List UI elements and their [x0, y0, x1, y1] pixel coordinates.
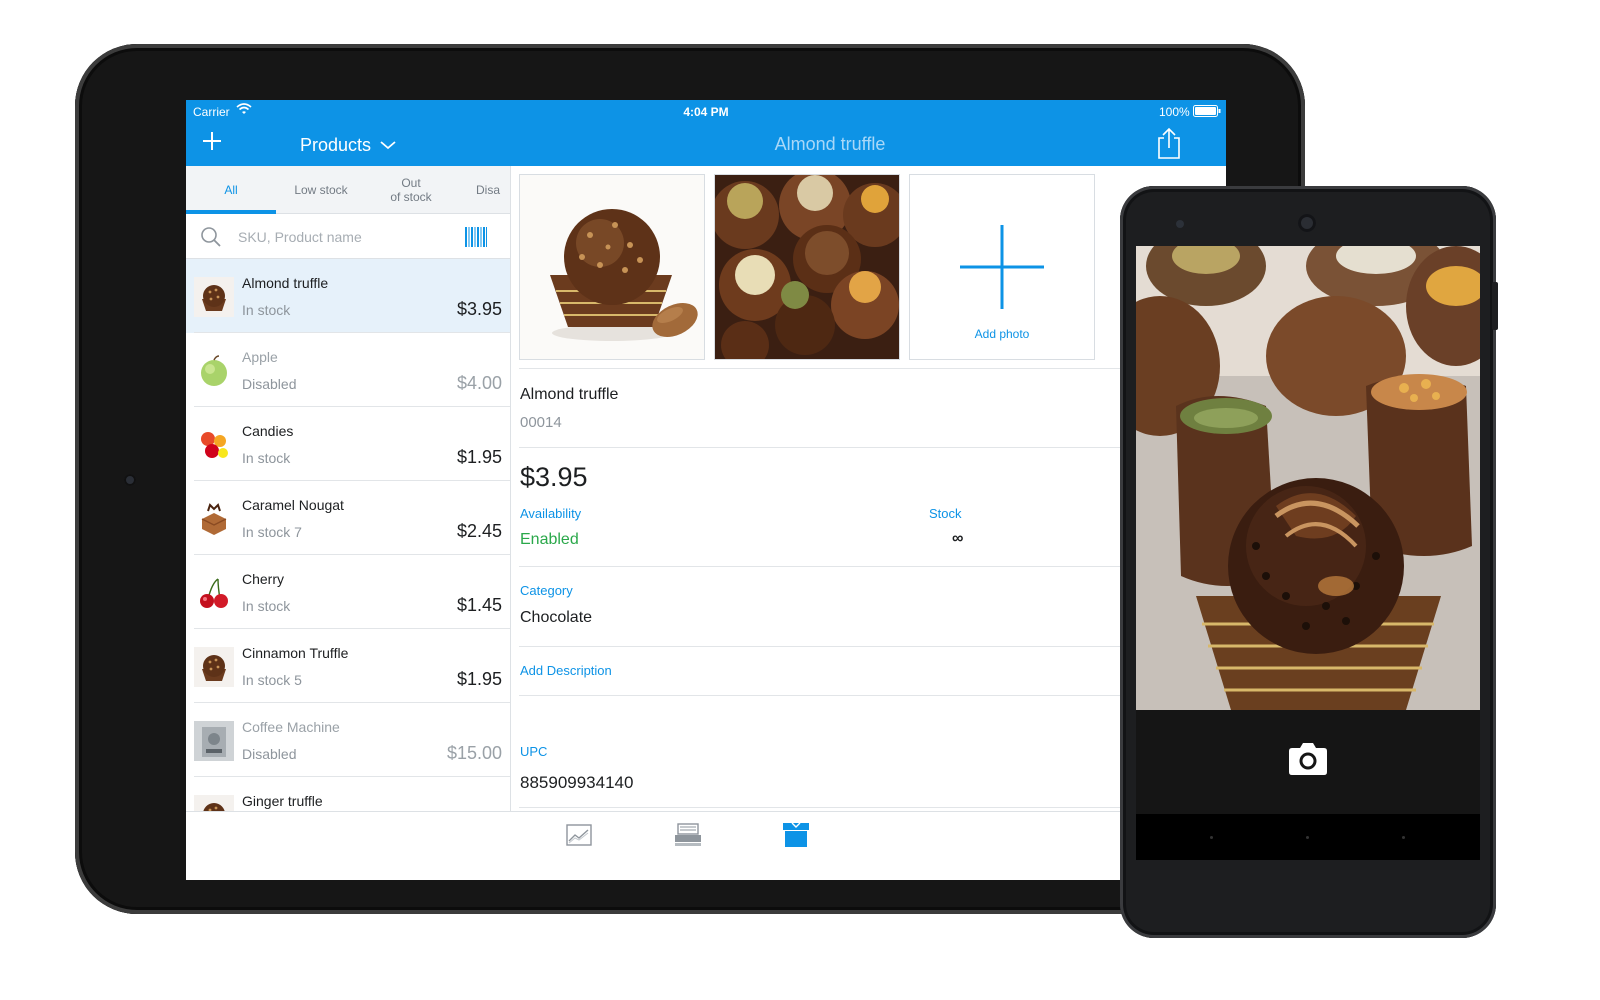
camera-shutter-icon[interactable]: [1288, 740, 1328, 776]
chart-icon[interactable]: [566, 824, 592, 846]
product-row-name: Coffee Machine: [242, 719, 340, 735]
product-row[interactable]: Coffee Machine Disabled $15.00: [186, 703, 510, 777]
filter-tabs: All Low stock Out of stock Disa: [186, 166, 510, 214]
products-title-dropdown[interactable]: Products: [186, 134, 510, 156]
nav-home-button[interactable]: [1306, 836, 1309, 839]
product-thumbnail: [194, 351, 234, 391]
product-row-price: $4.00: [456, 373, 502, 393]
products-header: Products: [186, 122, 510, 166]
product-row-price: $1.45: [456, 595, 502, 615]
product-row[interactable]: Ginger truffle: [186, 777, 510, 811]
box-icon[interactable]: [782, 822, 810, 848]
android-nav-bar: [1136, 814, 1480, 860]
product-thumbnail: [194, 647, 234, 687]
plus-icon: [960, 225, 1044, 309]
product-row-status: In stock: [242, 302, 291, 318]
product-thumbnail: [194, 277, 234, 317]
phone-speaker: [1298, 214, 1316, 232]
product-row[interactable]: Cherry In stock $1.45: [186, 555, 510, 629]
tab-low-stock[interactable]: Low stock: [276, 166, 366, 214]
availability-label: Availability: [520, 506, 582, 521]
detail-header: Almond truffle: [510, 122, 1226, 166]
share-icon[interactable]: [1154, 126, 1184, 160]
bottom-tab-bar: [186, 811, 1226, 861]
product-price[interactable]: $3.95: [520, 462, 588, 493]
product-row-status: In stock 7: [242, 524, 302, 540]
stock-value[interactable]: ∞: [952, 530, 963, 548]
product-row[interactable]: Candies In stock $1.95: [186, 407, 510, 481]
add-photo-label: Add photo: [974, 327, 1030, 341]
product-row[interactable]: Caramel Nougat In stock 7 $2.45: [186, 481, 510, 555]
product-list: Almond truffle In stock $3.95 Apple Disabled…: [186, 259, 510, 811]
product-detail: Add photo Almond truffle 00014 $3.95 Ava…: [511, 166, 1226, 811]
battery-percent: 100%: [1159, 105, 1190, 119]
product-row-price: $1.95: [456, 447, 502, 467]
chocolates-photo-image: [715, 175, 899, 359]
product-row-name: Ginger truffle: [242, 793, 323, 809]
product-thumbnail: [194, 721, 234, 761]
upc-label: UPC: [520, 744, 548, 759]
category-value[interactable]: Chocolate: [520, 609, 592, 627]
product-row-status: Disabled: [242, 746, 297, 762]
phone-sensor: [1176, 220, 1184, 228]
register-icon[interactable]: [674, 823, 702, 847]
product-row-status: Disabled: [242, 376, 297, 392]
status-bar: Carrier 4:04 PM 100%: [186, 100, 1226, 122]
chevron-down-icon: [380, 141, 396, 150]
tab-disabled[interactable]: Disa: [456, 166, 510, 214]
product-thumbnail: [194, 499, 234, 539]
product-row-name: Apple: [242, 349, 278, 365]
chocolates-camera-image: [1136, 246, 1480, 710]
phone-side-button: [1492, 282, 1498, 330]
tablet-camera: [124, 474, 136, 486]
camera-viewfinder: [1136, 246, 1480, 710]
product-photo-1[interactable]: [519, 174, 705, 360]
add-description-link[interactable]: Add Description: [520, 663, 612, 678]
stock-label: Stock: [929, 506, 962, 521]
nav-recents-button[interactable]: [1402, 836, 1405, 839]
product-thumbnail: [194, 425, 234, 465]
tab-all[interactable]: All: [186, 166, 276, 214]
product-row-name: Caramel Nougat: [242, 497, 344, 513]
battery-icon: [1193, 105, 1221, 117]
status-time: 4:04 PM: [683, 105, 729, 119]
product-row-status: In stock: [242, 598, 291, 614]
product-row[interactable]: Almond truffle In stock $3.95: [186, 259, 510, 333]
product-photo-2[interactable]: [714, 174, 900, 360]
availability-value[interactable]: Enabled: [520, 531, 579, 549]
add-photo-button[interactable]: Add photo: [909, 174, 1095, 360]
product-row-name: Cherry: [242, 571, 285, 587]
barcode-icon[interactable]: [465, 227, 487, 247]
upc-value[interactable]: 885909934140: [520, 773, 633, 793]
product-name[interactable]: Almond truffle: [520, 386, 618, 404]
tablet-screen: Carrier 4:04 PM 100% Products Almond tru…: [186, 100, 1226, 880]
product-row[interactable]: Apple Disabled $4.00: [186, 333, 510, 407]
product-row[interactable]: Cinnamon Truffle In stock 5 $1.95: [186, 629, 510, 703]
product-row-name: Candies: [242, 423, 294, 439]
tab-out-of-stock[interactable]: Out of stock: [366, 166, 456, 214]
products-title-label: Products: [299, 134, 372, 155]
product-thumbnail: [194, 573, 234, 613]
active-tab-indicator: [186, 210, 276, 214]
truffle-photo-image: [520, 175, 704, 359]
product-thumbnail: [194, 795, 234, 811]
product-row-status: In stock 5: [242, 672, 302, 688]
category-label: Category: [520, 583, 573, 598]
product-row-name: Almond truffle: [242, 275, 329, 291]
detail-title: Almond truffle: [774, 134, 886, 154]
nav-back-button[interactable]: [1210, 836, 1213, 839]
product-sku[interactable]: 00014: [520, 414, 562, 431]
search-input[interactable]: [238, 225, 438, 249]
phone-screen: [1136, 246, 1480, 860]
product-row-name: Cinnamon Truffle: [242, 645, 349, 661]
product-row-status: In stock: [242, 450, 291, 466]
product-row-price: $15.00: [446, 743, 502, 763]
product-row-price: $2.45: [456, 521, 502, 541]
search-bar: [186, 215, 510, 259]
product-row-price: $1.95: [456, 669, 502, 689]
search-icon: [201, 227, 221, 247]
product-row-price: $3.95: [456, 299, 502, 319]
